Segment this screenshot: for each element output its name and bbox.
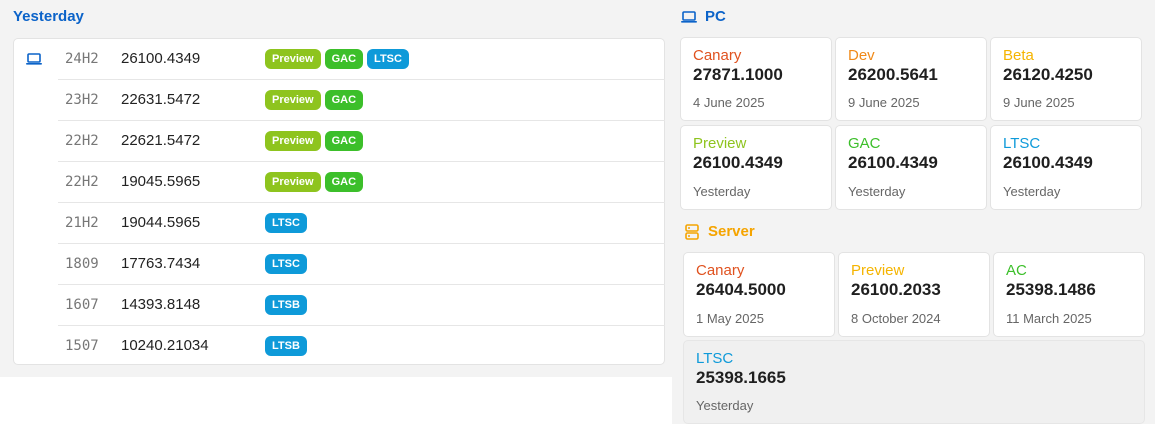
channel-badges: LTSB [265,336,307,356]
version-label: 22H2 [65,133,99,149]
laptop-icon [26,53,42,65]
channel-badge: GAC [324,90,364,110]
list-item[interactable]: 1607 14393.8148 LTSB [58,285,665,326]
build-number: 22621.5472 [121,132,201,149]
server-tile-preview[interactable]: Preview 26100.2033 8 October 2024 [838,252,990,337]
release-date: 9 June 2025 [1003,95,1075,110]
server-tile-ac[interactable]: AC 25398.1486 11 March 2025 [993,252,1145,337]
release-date: Yesterday [693,184,751,199]
channel-badge: LTSB [265,336,307,356]
list-item[interactable]: 22H2 19045.5965 Preview GAC [58,162,665,203]
build-number: 26200.5641 [848,65,938,84]
version-label: 1607 [65,297,99,313]
channel-name: Dev [848,47,875,64]
build-number: 14393.8148 [121,296,201,313]
release-date: Yesterday [696,398,754,413]
list-item[interactable]: 22H2 22621.5472 Preview GAC [58,121,665,162]
channel-name: Beta [1003,47,1034,64]
channel-badges: Preview GAC LTSC [265,49,409,69]
server-section-title: Server [708,223,755,240]
channel-name: LTSC [696,350,734,367]
channel-badge: GAC [324,172,364,192]
version-label: 24H2 [65,51,99,67]
list-item[interactable]: 1507 10240.21034 LTSB [58,326,665,367]
pc-tile-ltsc[interactable]: LTSC 26100.4349 Yesterday [990,125,1142,210]
build-number: 22631.5472 [121,91,201,108]
channel-badge: Preview [265,90,321,110]
channel-badge: Preview [265,172,321,192]
channel-name: Preview [693,135,747,152]
list-item[interactable]: 1809 17763.7434 LTSC [58,244,665,285]
release-date: 9 June 2025 [848,95,920,110]
list-item[interactable]: 24H2 26100.4349 Preview GAC LTSC [58,39,665,80]
channel-name: Canary [696,262,745,279]
release-date: 1 May 2025 [696,311,764,326]
version-label: 1507 [65,338,99,354]
build-number: 25398.1486 [1006,280,1096,299]
channel-badge: GAC [324,131,364,151]
list-item[interactable]: 23H2 22631.5472 Preview GAC [58,80,665,121]
pc-tile-dev[interactable]: Dev 26200.5641 9 June 2025 [835,37,987,121]
release-date: Yesterday [1003,184,1061,199]
pc-section-title: PC [705,8,726,25]
build-number: 26100.4349 [693,153,783,172]
build-number: 10240.21034 [121,337,209,354]
server-icon [685,224,699,240]
channel-badge: LTSB [265,295,307,315]
pc-tile-preview[interactable]: Preview 26100.4349 Yesterday [680,125,832,210]
channel-badges: LTSB [265,295,307,315]
build-number: 26100.4349 [848,153,938,172]
channel-badge: LTSC [265,254,307,274]
version-label: 22H2 [65,174,99,190]
version-label: 1809 [65,256,99,272]
channel-badge: Preview [265,131,321,151]
build-number: 26100.4349 [1003,153,1093,172]
channel-name: AC [1006,262,1027,279]
release-date: 8 October 2024 [851,311,941,326]
channel-badges: Preview GAC [265,172,364,192]
release-date: 4 June 2025 [693,95,765,110]
channel-badges: Preview GAC [265,131,364,151]
channel-name: GAC [848,135,881,152]
pc-tile-canary[interactable]: Canary 27871.1000 4 June 2025 [680,37,832,121]
build-number: 26120.4250 [1003,65,1093,84]
pc-tile-gac[interactable]: GAC 26100.4349 Yesterday [835,125,987,210]
channel-badge: LTSC [265,213,307,233]
build-number: 17763.7434 [121,255,201,272]
channel-name: LTSC [1003,135,1041,152]
channel-badges: LTSC [265,213,307,233]
channel-badges: Preview GAC [265,90,364,110]
build-number: 27871.1000 [693,65,783,84]
channel-name: Canary [693,47,742,64]
build-number: 26100.2033 [851,280,941,299]
pc-tile-beta[interactable]: Beta 26120.4250 9 June 2025 [990,37,1142,121]
build-number: 19044.5965 [121,214,201,231]
channel-badge: GAC [324,49,364,69]
release-date: Yesterday [848,184,906,199]
server-tile-canary[interactable]: Canary 26404.5000 1 May 2025 [683,252,835,337]
channel-name: Preview [851,262,905,279]
list-item[interactable]: 21H2 19044.5965 LTSC [58,203,665,244]
version-label: 21H2 [65,215,99,231]
release-date: 11 March 2025 [1006,311,1092,326]
history-title: Yesterday [13,8,84,25]
version-label: 23H2 [65,92,99,108]
channel-badge: Preview [265,49,321,69]
build-number: 19045.5965 [121,173,201,190]
channel-badges: LTSC [265,254,307,274]
build-number: 26100.4349 [121,50,201,67]
history-list: 24H2 26100.4349 Preview GAC LTSC 23H2 22631.54… [13,38,665,365]
laptop-icon [681,11,697,23]
server-tile-ltsc[interactable]: LTSC 25398.1665 Yesterday [683,340,1145,424]
channel-badge: LTSC [367,49,409,69]
build-number: 25398.1665 [696,368,786,387]
build-number: 26404.5000 [696,280,786,299]
